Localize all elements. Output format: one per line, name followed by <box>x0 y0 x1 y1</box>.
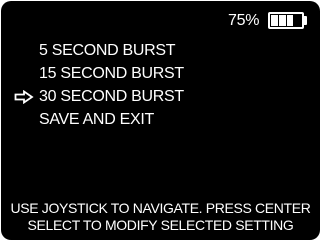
menu-item-5-second-burst[interactable]: 5 SECOND BURST <box>1 39 320 62</box>
menu-item-15-second-burst[interactable]: 15 SECOND BURST <box>1 62 320 85</box>
menu-item-label: 15 SECOND BURST <box>39 65 184 82</box>
battery-icon <box>268 12 304 29</box>
device-frame: 75% 5 SECOND BURST 15 SECOND BURST 30 SE… <box>0 0 321 241</box>
menu-item-label: 30 SECOND BURST <box>39 88 184 105</box>
instructions: USE JOYSTICK TO NAVIGATE. PRESS CENTER S… <box>1 200 320 234</box>
burst-menu: 5 SECOND BURST 15 SECOND BURST 30 SECOND… <box>1 39 320 131</box>
battery-level <box>270 14 302 27</box>
arrow-right-icon <box>14 90 34 104</box>
instructions-line-2: SELECT TO MODIFY SELECTED SETTING <box>27 217 294 233</box>
menu-item-label: SAVE AND EXIT <box>39 111 154 128</box>
menu-item-30-second-burst[interactable]: 30 SECOND BURST <box>1 85 320 108</box>
menu-item-label: 5 SECOND BURST <box>39 42 176 59</box>
battery-tip <box>304 16 307 25</box>
device-screen: 75% 5 SECOND BURST 15 SECOND BURST 30 SE… <box>1 1 320 240</box>
instructions-line-1: USE JOYSTICK TO NAVIGATE. PRESS CENTER <box>10 200 311 216</box>
menu-item-save-and-exit[interactable]: SAVE AND EXIT <box>1 108 320 131</box>
battery-percent: 75% <box>228 12 260 29</box>
